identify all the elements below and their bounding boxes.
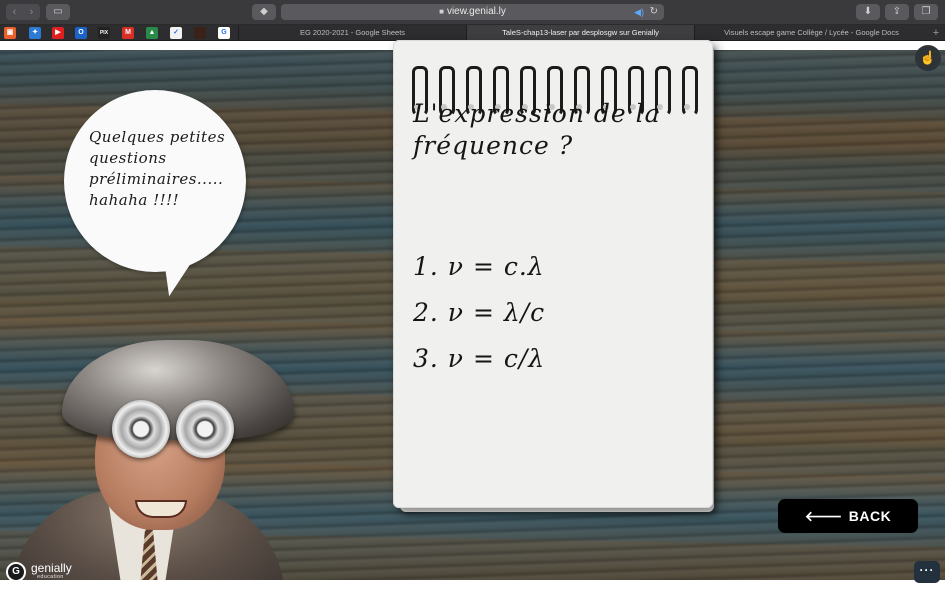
tag-icon[interactable]: ◆ [252,4,276,20]
speaker-icon[interactable]: ◀) [634,4,644,20]
pix-icon[interactable]: PIX [98,27,110,39]
character-illustration [0,340,300,580]
nike-icon[interactable]: ✓ [170,27,182,39]
tab-google-sheets[interactable]: EG 2020-2021 - Google Sheets [238,25,466,41]
back-button[interactable]: 🡐 BACK [778,499,918,533]
tab-google-docs[interactable]: Visuels escape game Collège / Lycée - Go… [694,25,928,41]
google-drive-icon[interactable]: ▲ [146,27,158,39]
address-bar[interactable]: ■ view.genial.ly ◀) ↻ [281,4,664,20]
reload-icon[interactable]: ↻ [650,4,658,20]
more-options-icon[interactable]: ··· [914,561,940,583]
download-icon[interactable]: ⬇ [856,4,880,20]
nav-buttons: ‹ › [6,4,40,20]
outlook-icon[interactable]: O [75,27,87,39]
touch-hand-icon[interactable]: ☝ [915,45,941,71]
new-tab-button[interactable]: + [929,25,943,41]
answer-option-2[interactable]: 2. ν = λ/c [413,298,545,328]
share-icon[interactable]: ⇪ [885,4,909,20]
sidebar-toggle-icon[interactable]: ▭ [46,4,70,20]
goggle-left [112,400,170,458]
google-icon[interactable]: G [218,27,230,39]
brand-sub: education [37,574,64,580]
forward-nav-icon[interactable]: › [23,4,40,20]
tabs-overview-icon[interactable]: ❐ [914,4,938,20]
speech-bubble-tail [157,252,195,300]
question-title: L'expression de la fréquence ? [413,99,661,160]
youtube-icon[interactable]: ▶ [52,27,64,39]
back-nav-icon[interactable]: ‹ [6,4,23,20]
genially-logo-icon: G [6,562,26,582]
goggle-right [176,400,234,458]
lock-icon: ■ [439,7,444,16]
browser-toolbar: ‹ › ▭ ◆ ■ view.genial.ly ◀) ↻ ⬇ ⇪ ❐ [0,0,945,25]
tab-bar: ▣ ✦ ▶ O PIX M ▲ ✓ G EG 2020-2021 - Google Sheets… [0,25,945,41]
speech-bubble-text: Quelques petites questions préliminaires… [89,128,226,209]
dark-app-icon[interactable] [194,27,206,39]
back-button-label: BACK [848,508,892,524]
address-text: view.genial.ly [446,6,506,17]
arrow-left-icon: 🡐 [804,508,843,524]
bookmark-bird-icon[interactable]: ✦ [29,27,41,39]
gmail-icon[interactable]: M [122,27,134,39]
answer-option-3[interactable]: 3. ν = c/λ [413,344,545,374]
answer-option-1[interactable]: 1. ν = c.λ [413,252,545,282]
brand-name: genially [31,561,72,575]
tab-genially[interactable]: TaleS-chap13-laser par desplosgw sur Gen… [466,25,694,41]
page-bottom-gap [0,580,945,589]
bookmark-generic-icon[interactable]: ▣ [4,27,16,39]
